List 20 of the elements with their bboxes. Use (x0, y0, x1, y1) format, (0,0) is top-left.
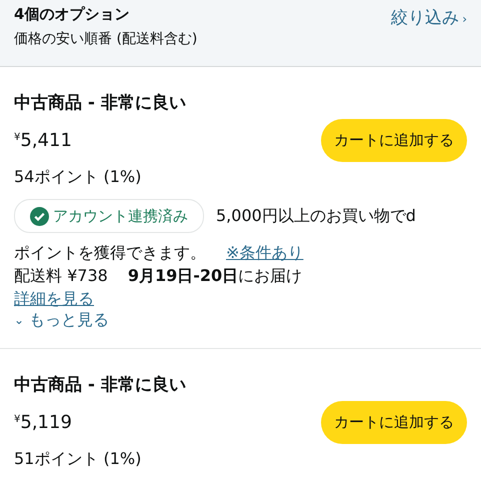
sort-label: 価格の安い順番 (配送料含む) (14, 30, 198, 49)
account-linked-badge: アカウント連携済み (14, 199, 204, 233)
points-text: 54ポイント (1%) (14, 166, 142, 188)
price-text: $^{¥}$5,119 (14, 412, 72, 433)
promo-text: 5,000円以上のお買い物でd (216, 206, 416, 226)
details-link[interactable]: 詳細を見る (14, 289, 94, 308)
condition-title: 中古商品 - 非常に良い (14, 374, 187, 397)
add-to-cart-button[interactable]: カートに追加する (321, 401, 467, 444)
points-text: 51ポイント (1%) (14, 448, 142, 470)
show-more-link[interactable]: ⌄ もっと見る (14, 310, 110, 330)
check-circle-icon (30, 206, 49, 226)
condition-title: 中古商品 - 非常に良い (14, 92, 187, 115)
filter-link[interactable]: 絞り込み › (391, 6, 467, 29)
conditions-link[interactable]: ※条件あり (226, 243, 304, 262)
promo-text: ポイントを獲得できます。 (14, 243, 206, 262)
delivery-date: 9月19日-20日にお届け (128, 266, 302, 285)
add-to-cart-button[interactable]: カートに追加する (321, 119, 467, 162)
options-count: 4個のオプション (14, 4, 130, 24)
price-text: $^{¥}$5,411 (14, 130, 72, 151)
shipping-fee: 配送料 ¥738 (14, 266, 108, 285)
